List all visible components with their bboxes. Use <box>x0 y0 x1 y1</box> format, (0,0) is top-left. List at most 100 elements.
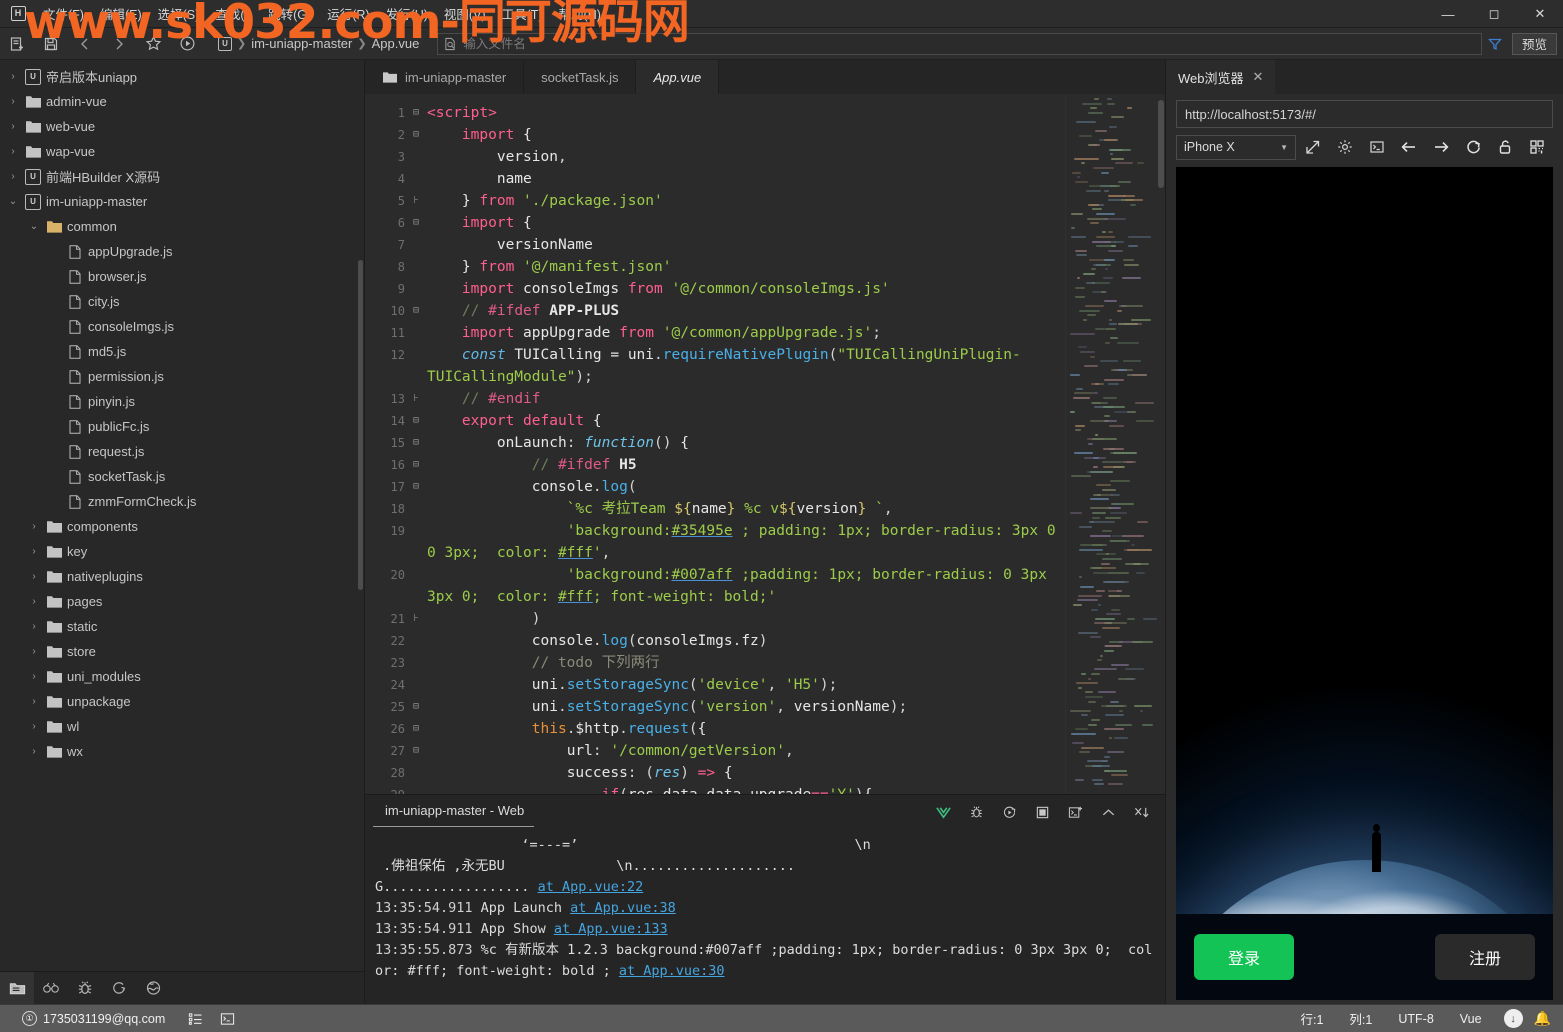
breadcrumb-project[interactable]: im-uniapp-master <box>251 36 352 51</box>
tree-item-appUpgrade.js[interactable]: appUpgrade.js <box>0 239 364 264</box>
menu-item-goto[interactable]: 跳转(G) <box>260 0 319 27</box>
fold-column[interactable]: ⊟ ⊟⊦⊟⊟⊦⊟⊟⊟⊟⊦⊟⊟⊟ <box>409 94 423 794</box>
maximize-button[interactable]: ◻ <box>1471 0 1517 28</box>
tree-item-key[interactable]: ›key <box>0 539 364 564</box>
tree-item-unpackage[interactable]: ›unpackage <box>0 689 364 714</box>
tree-item-nativeplugins[interactable]: ›nativeplugins <box>0 564 364 589</box>
forward-icon[interactable] <box>102 31 136 57</box>
menu-item-tools[interactable]: 工具(T) <box>494 0 551 27</box>
tree-item-permission.js[interactable]: permission.js <box>0 364 364 389</box>
new-file-icon[interactable] <box>0 31 34 57</box>
menu-item-select[interactable]: 选择(S) <box>150 0 208 27</box>
chevron-icon[interactable]: ⌄ <box>6 196 20 207</box>
favorite-icon[interactable] <box>136 31 170 57</box>
cursor-row[interactable]: 行:1 <box>1289 1009 1334 1028</box>
terminal-icon[interactable] <box>211 1005 243 1032</box>
tree-item-pinyin.js[interactable]: pinyin.js <box>0 389 364 414</box>
tree-item-im-uniapp-master[interactable]: ⌄Uim-uniapp-master <box>0 189 364 214</box>
cloud-icon[interactable] <box>136 972 170 1005</box>
tab-web-browser[interactable]: Web浏览器 ✕ <box>1166 60 1275 94</box>
chevron-icon[interactable]: › <box>27 696 41 707</box>
download-icon[interactable]: ↓ <box>1504 1009 1523 1028</box>
debug-icon[interactable] <box>68 972 102 1005</box>
chevron-icon[interactable]: ⌄ <box>27 221 41 232</box>
chevron-icon[interactable]: › <box>27 571 41 582</box>
chevron-icon[interactable]: › <box>6 171 20 182</box>
cursor-col[interactable]: 列:1 <box>1338 1009 1383 1028</box>
tree-item-request.js[interactable]: request.js <box>0 439 364 464</box>
tree-item-static[interactable]: ›static <box>0 614 364 639</box>
source-code[interactable]: <script> import { version, name } from '… <box>423 94 1065 794</box>
tree-item-zmmFormCheck.js[interactable]: zmmFormCheck.js <box>0 489 364 514</box>
run-icon[interactable] <box>170 31 204 57</box>
tab-socketTask-js[interactable]: socketTask.js <box>524 60 636 94</box>
menu-item-file[interactable]: 文件(F) <box>35 0 92 27</box>
run-icon[interactable] <box>102 972 136 1005</box>
menu-item-run[interactable]: 运行(R) <box>319 0 377 27</box>
clear-icon[interactable] <box>1126 799 1157 825</box>
stop-icon[interactable] <box>1027 799 1058 825</box>
console-icon[interactable] <box>1362 134 1392 160</box>
device-select[interactable]: iPhone X ▼ <box>1176 135 1296 160</box>
menu-item-help[interactable]: 帮助(H) <box>551 0 609 27</box>
save-icon[interactable] <box>34 31 68 57</box>
restart-icon[interactable] <box>994 799 1025 825</box>
close-icon[interactable]: ✕ <box>1253 69 1264 85</box>
menu-item-edit[interactable]: 编辑(E) <box>92 0 150 27</box>
chevron-icon[interactable]: › <box>27 721 41 732</box>
chevron-icon[interactable]: › <box>27 521 41 532</box>
chevron-icon[interactable]: › <box>6 146 20 157</box>
qrcode-icon[interactable] <box>1522 134 1552 160</box>
chevron-icon[interactable]: › <box>6 96 20 107</box>
tree-item-md5.js[interactable]: md5.js <box>0 339 364 364</box>
forward-icon[interactable] <box>1426 134 1456 160</box>
external-window-icon[interactable] <box>1298 134 1328 160</box>
url-input[interactable]: http://localhost:5173/#/ <box>1176 100 1553 128</box>
tree-item-store[interactable]: ›store <box>0 639 364 664</box>
tree-scrollbar[interactable] <box>358 260 363 590</box>
tree-item-components[interactable]: ›components <box>0 514 364 539</box>
menu-item-view[interactable]: 视图(V) <box>436 0 494 27</box>
language-label[interactable]: Vue <box>1449 1012 1493 1026</box>
chevron-icon[interactable]: › <box>27 746 41 757</box>
phone-preview[interactable]: 登录 注册 <box>1176 167 1553 1000</box>
back-icon[interactable] <box>68 31 102 57</box>
console-tab[interactable]: im-uniapp-master - Web <box>373 797 534 827</box>
console-output[interactable]: ‘=---=’ \n\n.................... .佛祖保佑 ,… <box>365 829 1165 1004</box>
minimize-button[interactable]: — <box>1425 0 1471 28</box>
reload-icon[interactable] <box>1458 134 1488 160</box>
tree-item-browser.js[interactable]: browser.js <box>0 264 364 289</box>
chevron-icon[interactable]: › <box>27 671 41 682</box>
tree-item-consoleImgs.js[interactable]: consoleImgs.js <box>0 314 364 339</box>
tree-item-uni_modules[interactable]: ›uni_modules <box>0 664 364 689</box>
encoding-label[interactable]: UTF-8 <box>1387 1012 1444 1026</box>
chevron-icon[interactable]: › <box>6 71 20 82</box>
tree-item-publicFc.js[interactable]: publicFc.js <box>0 414 364 439</box>
editor-vertical-scrollbar[interactable] <box>1157 94 1165 794</box>
collapse-icon[interactable] <box>1093 799 1124 825</box>
lock-icon[interactable] <box>1490 134 1520 160</box>
breadcrumb-file[interactable]: App.vue <box>372 36 420 51</box>
tree-item-wx[interactable]: ›wx <box>0 739 364 764</box>
filter-icon[interactable] <box>1482 37 1508 51</box>
tab-App-vue[interactable]: App.vue <box>636 60 719 94</box>
tree-item-wap-vue[interactable]: ›wap-vue <box>0 139 364 164</box>
search-input[interactable] <box>463 37 1475 51</box>
chevron-icon[interactable]: › <box>6 121 20 132</box>
project-tree[interactable]: ›U帝启版本uniapp›admin-vue›web-vue›wap-vue›U… <box>0 60 364 971</box>
settings-icon[interactable] <box>1330 134 1360 160</box>
tab-im-uniapp-master[interactable]: im-uniapp-master <box>365 60 524 94</box>
chevron-icon[interactable]: › <box>27 546 41 557</box>
tree-item-wl[interactable]: ›wl <box>0 714 364 739</box>
explorer-icon[interactable] <box>0 972 34 1005</box>
vue-icon[interactable] <box>928 799 959 825</box>
menu-item-find[interactable]: 查找(I) <box>207 0 260 27</box>
file-search-box[interactable] <box>437 33 1482 55</box>
tree-item-uniapp[interactable]: ›U帝启版本uniapp <box>0 64 364 89</box>
chevron-icon[interactable]: › <box>27 646 41 657</box>
outline-icon[interactable] <box>179 1005 211 1032</box>
chevron-icon[interactable]: › <box>27 596 41 607</box>
menu-item-publish[interactable]: 发行(U) <box>378 0 436 27</box>
search-icon[interactable] <box>34 972 68 1005</box>
bell-icon[interactable]: 🔔 <box>1534 1010 1551 1027</box>
